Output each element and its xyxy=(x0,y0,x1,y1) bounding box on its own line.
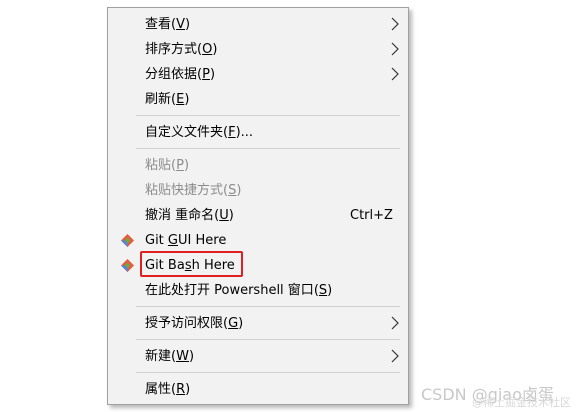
shortcut-text: Ctrl+Z xyxy=(350,208,393,223)
menu-item-sort-by[interactable]: 排序方式(O) xyxy=(108,37,408,62)
menu-item-paste: 粘贴(P) xyxy=(145,158,190,173)
menu-separator xyxy=(136,306,400,307)
menu-item-new[interactable]: 新建(W) xyxy=(108,344,408,369)
chevron-right-icon xyxy=(391,67,399,81)
chevron-right-icon xyxy=(391,42,399,56)
menu-item-git-gui-here[interactable]: Git GUI Here xyxy=(108,228,408,253)
chevron-right-icon xyxy=(391,349,399,363)
menu-separator xyxy=(136,148,400,149)
chevron-right-icon xyxy=(391,17,399,31)
highlight-box xyxy=(140,251,243,277)
menu-separator xyxy=(136,115,400,116)
menu-item-properties[interactable]: 属性(R) xyxy=(108,377,408,402)
chevron-right-icon xyxy=(391,316,399,330)
git-gui-icon xyxy=(121,234,134,247)
git-bash-icon xyxy=(121,259,134,272)
menu-item-group-by[interactable]: 分组依据(P) xyxy=(108,62,408,87)
menu-separator xyxy=(136,372,400,373)
menu-item-view[interactable]: 查看(V) xyxy=(108,12,408,37)
menu-separator xyxy=(136,339,400,340)
watermark-sub: @稀土掘金技术社区 xyxy=(472,396,571,409)
context-menu: 查看(V) 排序方式(O) 分组依据(P) 刷新(E) 自定义文件夹(F)...… xyxy=(107,7,409,405)
menu-item-refresh[interactable]: 刷新(E) xyxy=(108,87,408,112)
menu-item-give-access[interactable]: 授予访问权限(G) xyxy=(108,311,408,336)
menu-item-paste-shortcut: 粘贴快捷方式(S) xyxy=(145,183,242,198)
menu-item-open-powershell[interactable]: 在此处打开 Powershell 窗口(S) xyxy=(108,278,408,303)
menu-item-undo-rename[interactable]: 撤消 重命名(U) Ctrl+Z xyxy=(108,203,408,228)
menu-item-customize-folder[interactable]: 自定义文件夹(F)... xyxy=(108,120,408,145)
